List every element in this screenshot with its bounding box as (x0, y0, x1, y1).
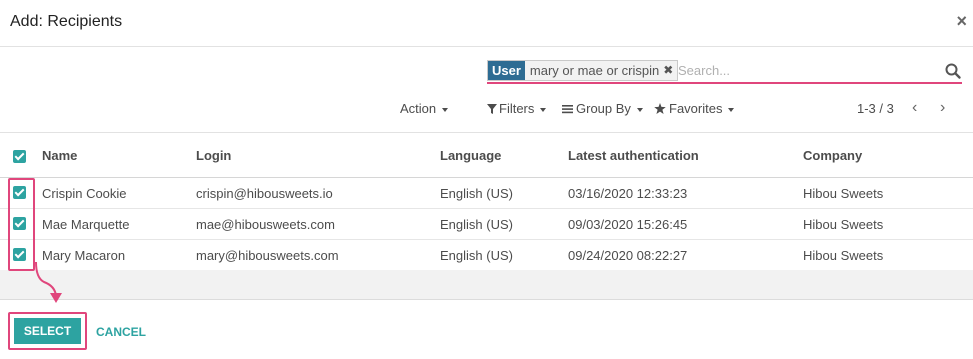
select-button[interactable]: SELECT (14, 318, 81, 344)
cell-language: English (US) (440, 217, 513, 232)
column-header-login[interactable]: Login (196, 148, 231, 163)
select-button-highlight: SELECT (8, 312, 87, 350)
column-header-language[interactable]: Language (440, 148, 501, 163)
action-label: Action (400, 101, 437, 116)
search-highlight-underline (487, 82, 962, 84)
favorites-dropdown[interactable]: Favorites (654, 101, 735, 116)
arrow-annotation-icon (35, 262, 62, 303)
favorites-label: Favorites (669, 101, 723, 116)
table-empty-area (0, 270, 973, 300)
chevron-down-icon (540, 107, 547, 112)
cell-login: mary@hibousweets.com (196, 248, 339, 263)
group-by-dropdown[interactable]: Group By (562, 101, 643, 116)
search-input[interactable] (678, 61, 928, 80)
close-icon[interactable]: × (956, 11, 967, 32)
cell-language: English (US) (440, 248, 513, 263)
cell-language: English (US) (440, 186, 513, 201)
cell-company: Hibou Sweets (803, 248, 884, 263)
cell-name: Crispin Cookie (42, 186, 127, 201)
pager-value[interactable]: 1-3 / 3 (857, 101, 894, 116)
column-header-company[interactable]: Company (803, 148, 862, 163)
search-facet: User mary or mae or crispin ✖ (487, 60, 679, 81)
cell-company: Hibou Sweets (803, 217, 884, 232)
cell-name: Mae Marquette (42, 217, 130, 232)
cancel-button[interactable]: CANCEL (96, 325, 146, 339)
filters-label: Filters (499, 101, 535, 116)
filter-icon (487, 104, 497, 114)
cell-company: Hibou Sweets (803, 186, 884, 201)
table-row[interactable]: Crispin Cookie crispin@hibousweets.io En… (0, 178, 973, 209)
cell-latest-authentication: 09/24/2020 08:22:27 (568, 248, 688, 263)
search-bar: User mary or mae or crispin ✖ (487, 60, 962, 81)
pager-next-icon[interactable]: › (940, 99, 945, 117)
cell-login: mae@hibousweets.com (196, 217, 335, 232)
chevron-down-icon (728, 107, 735, 112)
action-dropdown[interactable]: Action (400, 101, 449, 116)
checkbox-highlight-box (8, 178, 35, 271)
cell-name: Mary Macaron (42, 248, 126, 263)
facet-label: User (488, 61, 525, 80)
search-icon[interactable] (944, 62, 962, 80)
pager-previous-icon[interactable]: ‹ (912, 99, 917, 117)
cell-latest-authentication: 09/03/2020 15:26:45 (568, 217, 688, 232)
dialog-title: Add: Recipients (10, 13, 123, 30)
star-icon (654, 103, 666, 114)
facet-remove-icon[interactable]: ✖ (663, 61, 677, 80)
chevron-down-icon (636, 107, 643, 112)
table-header: Name Login Language Latest authenticatio… (0, 132, 973, 178)
column-header-name[interactable]: Name (42, 148, 77, 163)
column-header-latest-authentication[interactable]: Latest authentication (568, 148, 699, 163)
chevron-down-icon (442, 107, 449, 112)
filters-dropdown[interactable]: Filters (487, 101, 547, 116)
facet-values: mary or mae or crispin (529, 63, 660, 78)
cell-latest-authentication: 03/16/2020 12:33:23 (568, 186, 688, 201)
modal-header: Add: Recipients × (0, 0, 973, 47)
list-icon (562, 105, 573, 114)
table-row[interactable]: Mae Marquette mae@hibousweets.com Englis… (0, 209, 973, 240)
select-all-checkbox[interactable] (13, 150, 26, 163)
table-row[interactable]: Mary Macaron mary@hibousweets.com Englis… (0, 240, 973, 271)
group-by-label: Group By (576, 101, 631, 116)
cell-login: crispin@hibousweets.io (196, 186, 333, 201)
